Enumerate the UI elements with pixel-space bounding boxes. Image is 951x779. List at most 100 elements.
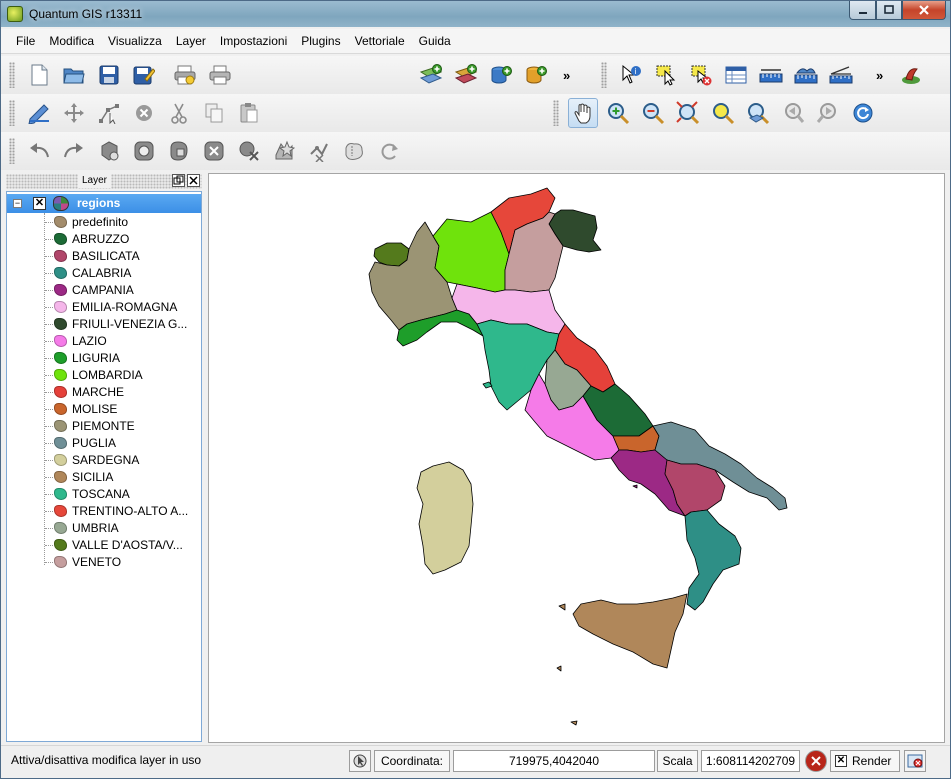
legend-class-item[interactable]: BASILICATA [45,248,201,265]
scale-field[interactable]: 1:608114202709 [701,750,800,772]
measure-angle-button[interactable] [826,60,856,90]
pan-map-button[interactable] [567,98,598,128]
toolbar-grip[interactable] [601,62,607,88]
add-part-button[interactable] [164,136,194,166]
print-button[interactable] [205,60,235,90]
add-raster-layer-button[interactable] [451,60,481,90]
delete-ring-button[interactable] [199,136,229,166]
split-features-button[interactable] [304,136,334,166]
zoom-to-layer-button[interactable] [743,98,773,128]
add-vector-layer-button[interactable] [416,60,446,90]
add-ring-button[interactable] [129,136,159,166]
legend-class-item[interactable]: TRENTINO-ALTO A... [45,503,201,520]
legend-class-item[interactable]: MOLISE [45,401,201,418]
legend-class-item[interactable]: PIEMONTE [45,418,201,435]
legend-class-item[interactable]: CALABRIA [45,265,201,282]
reshape-features-button[interactable] [269,136,299,166]
save-project-as-button[interactable] [129,60,159,90]
projection-button[interactable] [904,750,926,772]
refresh-button[interactable] [848,98,878,128]
layer-legend[interactable]: − ✕ regions predefinito ABRUZZO BASILICATA… [6,191,202,742]
stop-render-button[interactable] [805,750,827,772]
copy-features-button[interactable] [199,98,229,128]
node-tool-button[interactable] [94,98,124,128]
legend-class-item[interactable]: PUGLIA [45,435,201,452]
legend-class-item[interactable]: TOSCANA [45,486,201,503]
close-button[interactable] [902,1,946,20]
add-postgis-layer-button[interactable] [486,60,516,90]
title-bar[interactable]: Quantum GIS r13311 [1,1,950,27]
close-panel-button[interactable] [187,174,200,187]
measure-area-button[interactable] [791,60,821,90]
toolbar-grip[interactable] [9,62,15,88]
select-features-button[interactable] [651,60,681,90]
menu-vector[interactable]: Vettoriale [348,31,412,51]
maximize-button[interactable] [876,1,902,20]
collapse-toggle[interactable]: − [13,199,22,208]
simplify-feature-button[interactable] [94,136,124,166]
legend-class-item[interactable]: MARCHE [45,384,201,401]
rotate-label-button[interactable] [374,136,404,166]
render-checkbox[interactable]: ✕ [835,755,847,767]
legend-class-item[interactable]: UMBRIA [45,520,201,537]
zoom-next-button[interactable] [813,98,843,128]
print-composer-button[interactable] [170,60,200,90]
paste-features-button[interactable] [234,98,264,128]
zoom-out-button[interactable] [638,98,668,128]
menu-plugins[interactable]: Plugins [294,31,347,51]
legend-class-item[interactable]: ABRUZZO [45,231,201,248]
toolbar-overflow-button[interactable]: » [563,68,570,83]
save-project-button[interactable] [94,60,124,90]
menu-file[interactable]: File [9,31,42,51]
merge-features-button[interactable] [339,136,369,166]
float-panel-button[interactable] [172,174,185,187]
plugin-button[interactable] [896,60,926,90]
toolbar-grip[interactable] [9,100,15,126]
layer-visibility-checkbox[interactable]: ✕ [33,197,46,210]
legend-class-item[interactable]: VENETO [45,554,201,571]
menu-help[interactable]: Guida [412,31,458,51]
legend-class-item[interactable]: SICILIA [45,469,201,486]
zoom-full-button[interactable] [673,98,703,128]
legend-class-item[interactable]: SARDEGNA [45,452,201,469]
render-toggle[interactable]: ✕ Render [830,750,900,772]
menu-layer[interactable]: Layer [169,31,213,51]
legend-class-item[interactable]: CAMPANIA [45,282,201,299]
open-attribute-table-button[interactable] [721,60,751,90]
toolbar-overflow-button[interactable]: » [876,68,883,83]
undo-button[interactable] [24,136,54,166]
menu-edit[interactable]: Modifica [42,31,101,51]
redo-button[interactable] [59,136,89,166]
legend-class-item[interactable]: LAZIO [45,333,201,350]
identify-features-button[interactable]: i [616,60,646,90]
toolbar-grip[interactable] [9,138,15,164]
toggle-editing-button[interactable] [24,98,54,128]
legend-panel-header[interactable]: Layer [6,174,202,189]
legend-class-item[interactable]: FRIULI-VENEZIA G... [45,316,201,333]
zoom-in-button[interactable] [603,98,633,128]
cut-features-button[interactable] [164,98,194,128]
move-feature-button[interactable] [59,98,89,128]
menu-settings[interactable]: Impostazioni [213,31,294,51]
zoom-to-selection-button[interactable] [708,98,738,128]
legend-class-item[interactable]: LOMBARDIA [45,367,201,384]
measure-line-button[interactable] [756,60,786,90]
delete-part-button[interactable] [234,136,264,166]
new-project-button[interactable] [24,60,54,90]
legend-class-item[interactable]: EMILIA-ROMAGNA [45,299,201,316]
legend-class-item[interactable]: VALLE D'AOSTA/V... [45,537,201,554]
legend-class-item[interactable]: predefinito [45,214,201,231]
coordinate-capture-button[interactable] [349,750,371,772]
toolbar-grip[interactable] [553,100,559,126]
minimize-button[interactable] [849,1,876,20]
layer-item-regions[interactable]: − ✕ regions [7,194,201,213]
menu-view[interactable]: Visualizza [101,31,169,51]
coordinate-field[interactable]: 719975,4042040 [453,750,655,772]
open-project-button[interactable] [59,60,89,90]
add-spatialite-layer-button[interactable] [521,60,551,90]
map-canvas[interactable] [208,173,945,743]
delete-selected-button[interactable] [129,98,159,128]
deselect-features-button[interactable] [686,60,716,90]
zoom-last-button[interactable] [778,98,808,128]
legend-class-item[interactable]: LIGURIA [45,350,201,367]
